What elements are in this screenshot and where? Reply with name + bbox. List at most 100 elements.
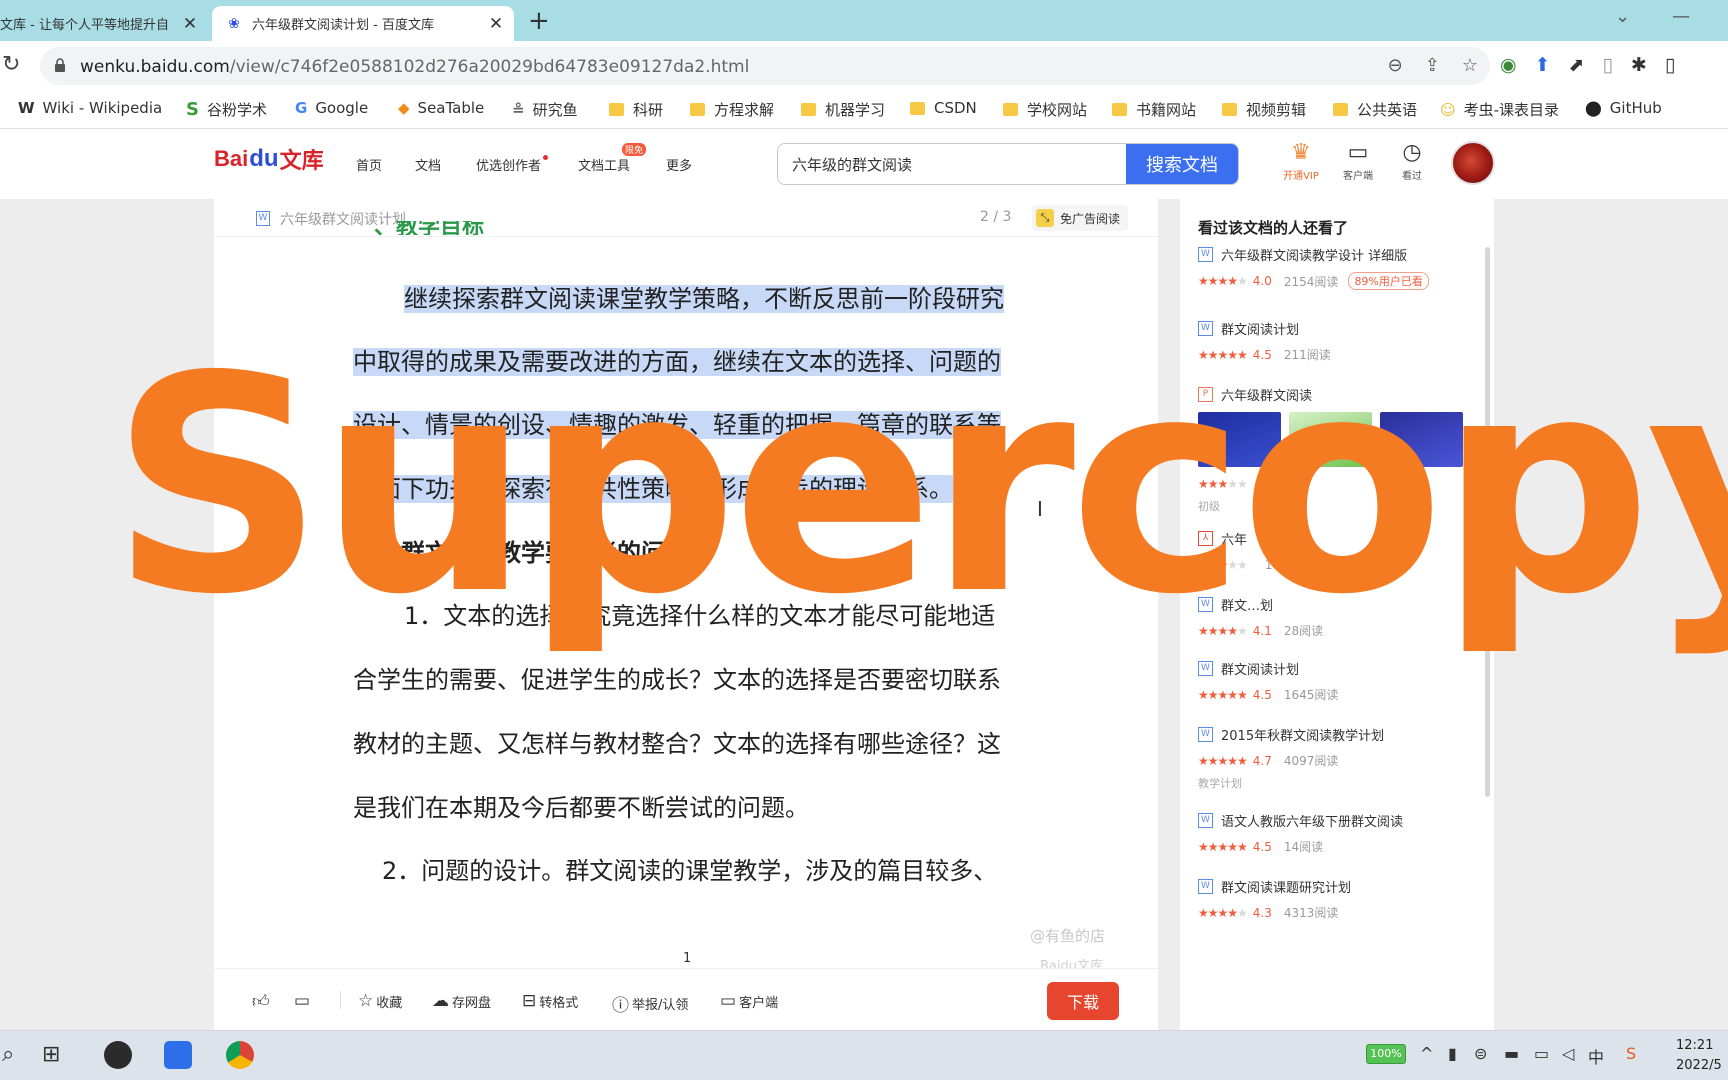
baidu-wenku-logo[interactable]: Bai du 文库 <box>214 143 324 175</box>
client-button[interactable]: ▭ 客户端 <box>720 991 778 1011</box>
history[interactable]: ◷ 看过 <box>1387 139 1437 182</box>
nav-docs[interactable]: 文档 <box>415 155 441 174</box>
tray-usb-icon[interactable]: ▮ <box>1448 1044 1457 1063</box>
report-button[interactable]: ⓘ 举报/认领 <box>612 991 688 1016</box>
download-button[interactable]: 下载 <box>1047 982 1119 1020</box>
save-button[interactable]: ☆ 收藏 <box>358 991 402 1011</box>
tray-ime-icon[interactable]: 中 <box>1588 1044 1604 1068</box>
related-doc-title-row: W 语文人教版六年级下册群文阅读 <box>1198 811 1478 830</box>
bookmark-folder-fangcheng[interactable]: 方程求解 <box>690 99 774 120</box>
search-icon[interactable]: ⌕ <box>2 1042 14 1067</box>
client-download[interactable]: ▭ 客户端 <box>1333 139 1383 182</box>
search-input[interactable] <box>778 144 1128 184</box>
clock[interactable]: 12:21 2022/5 <box>1676 1036 1722 1076</box>
bookmark-wikipedia[interactable]: W Wiki - Wikipedia <box>18 99 162 117</box>
related-doc-item[interactable]: W 2015年秋群文阅读教学计划 ★★★★★ 4.7 4097阅读 教学计划 <box>1198 725 1478 791</box>
doc-line[interactable]: 教材的主题、又怎样与教材整合？文本的选择有哪些途径？这 <box>353 727 1001 761</box>
bookmark-google[interactable]: G Google <box>295 99 368 117</box>
bookmark-folder-english[interactable]: 公共英语 <box>1333 99 1417 120</box>
bookmark-github[interactable]: ⬤ GitHub <box>1585 99 1662 117</box>
battery-indicator[interactable]: 100% <box>1366 1044 1406 1064</box>
doc-line[interactable]: 方面下功夫，探索有效共性策略，形成初步的理论体系。 <box>353 472 953 506</box>
minimize-icon[interactable]: — <box>1672 6 1690 27</box>
search-button[interactable]: 搜索文档 <box>1126 144 1238 184</box>
new-tab-button[interactable]: + <box>528 6 550 36</box>
wps-app-icon[interactable] <box>164 1041 192 1069</box>
expand-icon: ⤡ <box>1036 209 1054 227</box>
yanjiuyu-icon: ≗ <box>512 100 525 119</box>
url-text[interactable]: wenku.baidu.com/view/c746f2e0588102d276a… <box>80 57 749 77</box>
logo-wenku: 文库 <box>279 148 324 173</box>
tab-close-icon[interactable]: ✕ <box>486 14 506 34</box>
open-vip[interactable]: ♛ 开通VIP <box>1276 139 1326 182</box>
tray-network-icon[interactable]: ⊜ <box>1474 1044 1487 1063</box>
nav-more[interactable]: 更多 <box>666 155 692 174</box>
bookmark-folder-keyan[interactable]: 科研 <box>609 99 663 120</box>
tray-display-icon[interactable]: ▭ <box>1534 1044 1549 1063</box>
extensions-puzzle-icon[interactable]: ✱ <box>1631 54 1647 76</box>
tray-sogou-icon[interactable]: S <box>1626 1044 1636 1063</box>
extension-arrow-icon[interactable]: ⬆ <box>1535 54 1551 76</box>
nav-tools[interactable]: 文档工具 限免 <box>578 143 647 174</box>
bookmark-label: Wiki - Wikipedia <box>42 99 163 117</box>
nav-home[interactable]: 首页 <box>356 155 382 174</box>
tray-volume-icon[interactable]: ◁ <box>1562 1044 1574 1063</box>
related-doc-item[interactable]: ⅄ 六年 ★★★★★ 17阅读 <box>1198 529 1478 573</box>
nav-creators[interactable]: 优选创作者 <box>476 155 549 174</box>
avatar[interactable] <box>1451 141 1495 185</box>
floating-action-button[interactable]: 功 <box>1094 510 1118 536</box>
like-button[interactable]: 👍︎ <box>252 991 273 1012</box>
star-icon[interactable]: ☆ <box>1462 55 1478 76</box>
folder-icon <box>801 103 816 116</box>
no-ad-reading-button[interactable]: ⤡ 免广告阅读 <box>1032 205 1129 231</box>
tab-current-document[interactable]: ❀ 六年级群文阅读计划 - 百度文库 ✕ <box>212 6 514 41</box>
related-doc-item[interactable]: W 群文阅读计划 ★★★★★ 4.5 1645阅读 <box>1198 659 1478 703</box>
doc-line[interactable]: 是我们在本期及今后都要不断尝试的问题。 <box>353 791 809 825</box>
tab-wenku-home[interactable]: 文库 - 让每个人平等地提升自 ✕ <box>0 6 208 41</box>
doc-line[interactable]: 1．文本的选择。究竟选择什么样的文本才能尽可能地适 <box>404 599 995 633</box>
tray-chevron-icon[interactable]: ^ <box>1420 1044 1433 1063</box>
bookmark-yanjiuyu[interactable]: ≗ 研究鱼 <box>512 99 578 120</box>
related-doc-item[interactable]: W 群文阅读计划 ★★★★★ 4.5 211阅读 <box>1198 319 1478 363</box>
doc-line[interactable]: 中取得的成果及需要改进的方面，继续在文本的选择、问题的 <box>353 345 1001 379</box>
bookmark-gufen[interactable]: S 谷粉学术 <box>186 99 267 120</box>
bookmark-folder-ml[interactable]: 机器学习 <box>801 99 885 120</box>
extension-doc-icon[interactable]: ▯ <box>1602 54 1612 76</box>
sidebar-scrollbar[interactable] <box>1485 247 1490 797</box>
obs-app-icon[interactable] <box>104 1041 132 1069</box>
bookmark-seatable[interactable]: ◆ SeaTable <box>398 99 484 117</box>
reload-icon[interactable]: ↻ <box>2 52 20 77</box>
doc-line[interactable]: 2．问题的设计。群文阅读的课堂教学，涉及的篇目较多、 <box>382 854 997 888</box>
bookmark-kaochong[interactable]: ☺ 考虫-课表目录 <box>1440 99 1559 120</box>
doc-line[interactable]: 合学生的需要、促进学生的成长？文本的选择是否要密切联系 <box>353 663 1001 697</box>
doc-line[interactable]: 继续探索群文阅读课堂教学策略，不断反思前一阶段研究 <box>404 282 1004 316</box>
extension-send-icon[interactable]: ⬈ <box>1569 54 1585 76</box>
related-doc-item[interactable]: P 六年级群文阅读 ★★★★★ 56阅读 初级 <box>1198 385 1478 514</box>
sidepanel-icon[interactable]: ▯ <box>1665 54 1675 76</box>
tab-close-icon[interactable]: ✕ <box>180 14 200 34</box>
doc-subheading[interactable]: 二、群文阅读教学要思考的问题 <box>353 536 689 570</box>
tray-power-icon[interactable]: ▬ <box>1504 1044 1519 1063</box>
related-doc-item[interactable]: W 语文人教版六年级下册群文阅读 ★★★★★ 4.5 14阅读 <box>1198 811 1478 855</box>
convert-format-button[interactable]: ⊟ 转格式 <box>522 991 578 1011</box>
pdf-icon: ⅄ <box>1198 531 1213 546</box>
rating-score: 4.5 <box>1252 347 1272 362</box>
omnibox[interactable]: wenku.baidu.com/view/c746f2e0588102d276a… <box>40 47 1490 85</box>
task-view-icon[interactable]: ⊞ <box>42 1042 60 1067</box>
bookmark-folder-school[interactable]: 学校网站 <box>1003 99 1087 120</box>
bookmark-folder-books[interactable]: 书籍网站 <box>1112 99 1196 120</box>
zoom-icon[interactable]: ⊖ <box>1388 55 1403 76</box>
chrome-app-icon[interactable] <box>226 1041 254 1069</box>
related-doc-item[interactable]: W 群文阅读课题研究计划 ★★★★★ 4.3 4313阅读 <box>1198 877 1478 921</box>
tab-search-chevron-icon[interactable]: ⌄ <box>1615 6 1630 27</box>
doc-line[interactable]: 设计、情景的创设、情趣的激发、轻重的把握、篇章的联系等 <box>353 408 1001 442</box>
bookmark-folder-csdn[interactable]: CSDN <box>910 99 977 117</box>
folder-icon <box>1003 103 1018 116</box>
bookmark-folder-video[interactable]: 视频剪辑 <box>1222 99 1306 120</box>
comment-button[interactable]: ▭ <box>294 991 313 1011</box>
related-doc-item[interactable]: W 群文…划 ★★★★★ 4.1 28阅读 <box>1198 595 1478 639</box>
share-icon[interactable]: ⇪ <box>1425 55 1440 76</box>
related-doc-item[interactable]: W 六年级群文阅读教学设计 详细版 ★★★★★ 4.0 2154阅读 89%用户已看 <box>1198 245 1478 290</box>
save-to-netdisk-button[interactable]: ☁ 存网盘 <box>432 991 491 1011</box>
extension-globe-icon[interactable]: ◉ <box>1500 54 1517 76</box>
